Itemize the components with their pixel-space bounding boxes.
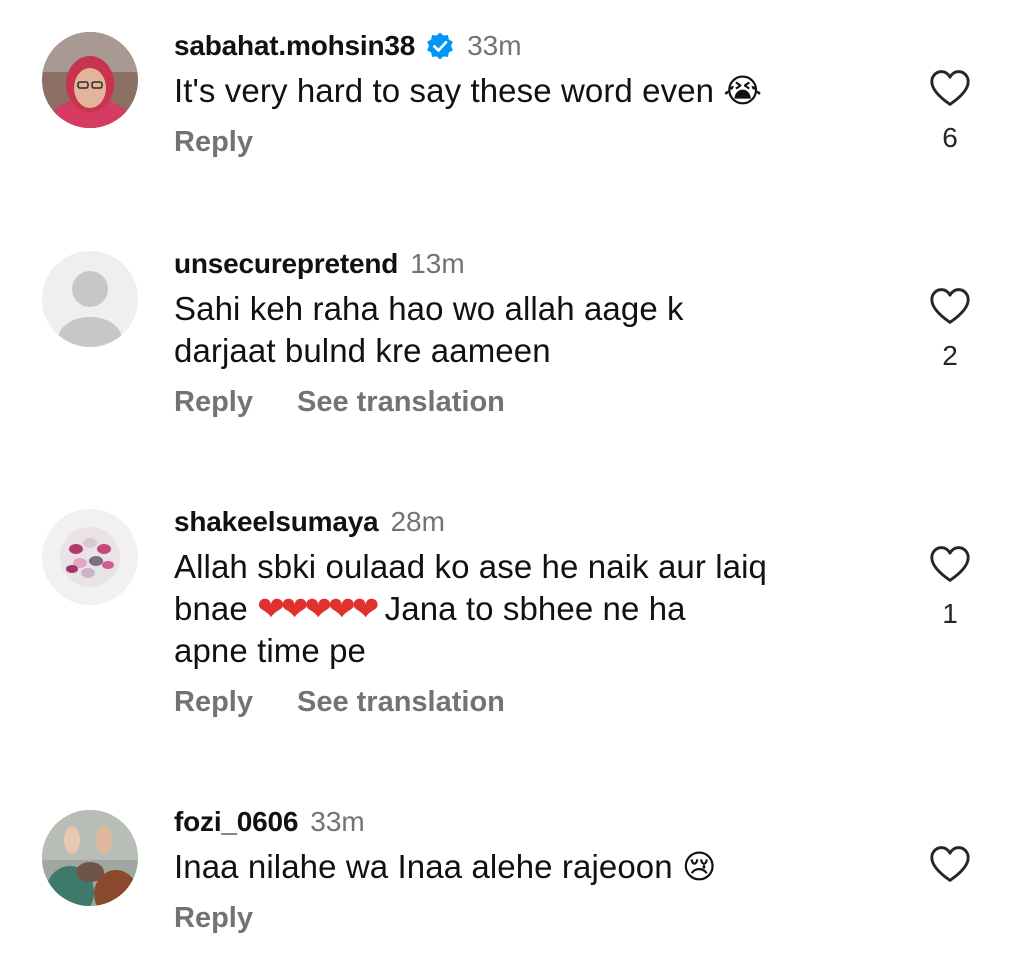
heart-outline-icon[interactable] (928, 286, 972, 326)
loudly-crying-emoji: 😭 (723, 71, 763, 110)
timestamp: 28m (390, 506, 445, 537)
see-translation-button[interactable]: See translation (297, 686, 505, 719)
like-control: 6 (928, 68, 972, 154)
avatar[interactable] (42, 32, 138, 128)
avatar[interactable] (42, 810, 138, 906)
comment-item: unsecurepretend 13m Sahi keh raha hao wo… (0, 240, 1024, 460)
username[interactable]: fozi_0606 (174, 806, 298, 838)
timestamp: 33m (467, 30, 522, 61)
avatar-photo (42, 810, 138, 906)
timestamp: 13m (410, 248, 465, 279)
timestamp: 33m (310, 806, 365, 837)
like-count: 6 (942, 122, 958, 153)
like-count: 1 (942, 598, 958, 629)
reply-button[interactable]: Reply (174, 686, 253, 719)
comment-item: shakeelsumaya 28m Allah sbki oulaad ko a… (0, 500, 1024, 770)
like-count: 2 (942, 340, 958, 371)
crying-face-emoji: 😢 (681, 847, 717, 886)
username[interactable]: sabahat.mohsin38 (174, 30, 415, 62)
comment-text: Inaa nilahe wa Inaa alehe rajeoon 😢 (174, 846, 874, 888)
see-translation-button[interactable]: See translation (297, 386, 505, 419)
comment-text-segment: bnae (174, 590, 258, 627)
comment-text-line: Allah sbki oulaad ko ase he naik aur lai… (174, 548, 767, 585)
comment-text: Sahi keh raha hao wo allah aage k darjaa… (174, 288, 874, 372)
like-control: 2 (928, 286, 972, 372)
comment-item: fozi_0606 33m Inaa nilahe wa Inaa alehe … (0, 800, 1024, 970)
heart-outline-icon[interactable] (928, 844, 972, 884)
username[interactable]: shakeelsumaya (174, 506, 379, 538)
avatar[interactable] (42, 509, 138, 605)
heart-outline-icon[interactable] (928, 68, 972, 108)
red-hearts-emoji: ❤❤❤❤❤ (257, 589, 379, 628)
reply-button[interactable]: Reply (174, 126, 253, 159)
avatar-photo (42, 509, 138, 605)
comment-text: It's very hard to say these word even 😭 (174, 70, 874, 112)
comment-text-content: Inaa nilahe wa Inaa alehe rajeoon (174, 848, 673, 885)
username[interactable]: unsecurepretend (174, 248, 398, 280)
avatar-photo (42, 32, 138, 128)
comment-text-segment: Jana to sbhee ne ha (384, 590, 686, 627)
comment-text-line: darjaat bulnd kre aameen (174, 332, 551, 369)
comment-text-content: It's very hard to say these word even (174, 72, 715, 109)
avatar[interactable] (42, 251, 138, 347)
reply-button[interactable]: Reply (174, 902, 253, 935)
comment-text-line: Sahi keh raha hao wo allah aage k (174, 290, 684, 327)
verified-badge-icon (427, 32, 454, 60)
like-control (928, 844, 972, 884)
reply-button[interactable]: Reply (174, 386, 253, 419)
comment-text-line: apne time pe (174, 632, 366, 669)
comment-text: Allah sbki oulaad ko ase he naik aur lai… (174, 546, 874, 672)
default-avatar-icon (42, 251, 138, 347)
comment-text-line: bnae ❤❤❤❤❤ Jana to sbhee ne ha (174, 588, 874, 630)
comment-item: sabahat.mohsin38 33m It's very hard to s… (0, 0, 1024, 200)
heart-outline-icon[interactable] (928, 544, 972, 584)
like-control: 1 (928, 544, 972, 630)
